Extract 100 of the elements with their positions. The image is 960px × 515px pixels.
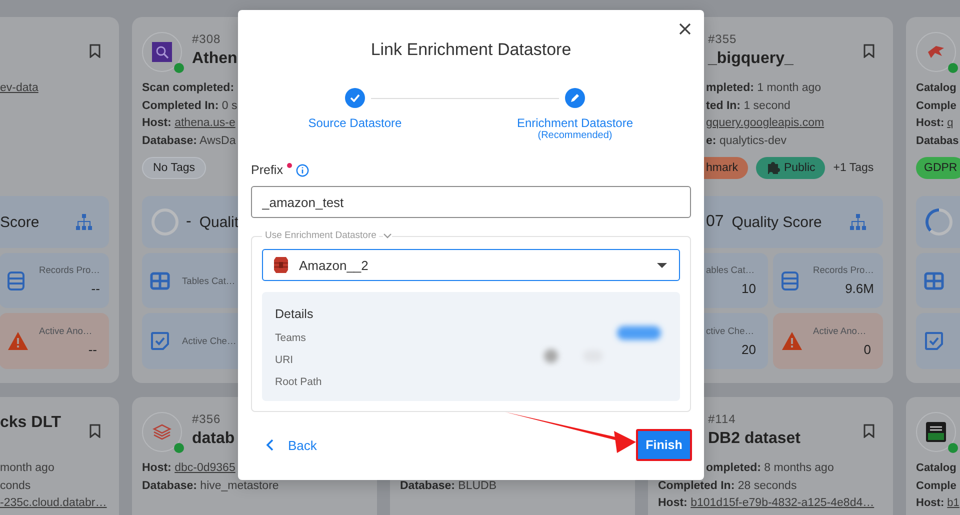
card-detail: Catalog	[916, 461, 956, 476]
card-detail: Comple	[916, 98, 956, 114]
host-link[interactable]: -235c.cloud.databr…	[0, 495, 107, 512]
warning-icon	[7, 331, 29, 351]
stat-value: --	[88, 340, 97, 358]
datastore-title: cks DLT	[0, 413, 62, 433]
status-dot	[174, 443, 184, 453]
table-icon	[924, 272, 944, 290]
bookmark-icon	[89, 44, 101, 58]
datastore-number: #355	[708, 31, 737, 47]
stat-label: ables Cat…	[706, 264, 755, 277]
card-detail: Databas	[916, 134, 959, 148]
magnifier-icon	[152, 42, 172, 62]
status-dot	[948, 63, 958, 73]
datastore-number: #308	[192, 31, 221, 47]
finish-button[interactable]: Finish	[636, 429, 692, 461]
card-detail: Database: hive_metastore	[142, 478, 279, 494]
datastore-number: #356	[192, 411, 221, 427]
stat-value: 9.6M	[845, 280, 874, 298]
layers-icon	[152, 423, 172, 441]
detail-label: Root Path	[275, 376, 322, 388]
datastore-title: DB2 dataset	[708, 429, 800, 449]
host-link[interactable]: ev-data	[0, 80, 38, 98]
card-detail: mpleted: 1 month ago	[706, 81, 822, 96]
close-icon	[678, 22, 692, 36]
bucket-icon	[273, 255, 289, 275]
host-link[interactable]: gquery.googleapis.com	[706, 115, 824, 132]
prefix-field[interactable]: _amazon_test	[251, 186, 691, 218]
card-detail: month ago	[0, 461, 54, 476]
card-detail: Scan completed:	[142, 81, 234, 96]
card-detail: Host: b1	[916, 496, 960, 511]
tag-chip: hmark	[704, 157, 748, 179]
back-button[interactable]: Back	[260, 438, 323, 452]
puzzle-icon	[766, 161, 780, 175]
stat-label: Records Pro…	[813, 264, 874, 277]
dialog-title: Link Enrichment Datastore	[370, 39, 572, 61]
tag-chip: Public	[756, 157, 826, 179]
tag-chip: GDPR	[916, 157, 960, 179]
datastore-select[interactable]: Amazon__2	[262, 249, 680, 281]
tag-chip: No Tags	[142, 157, 206, 179]
chip-icon	[926, 422, 946, 442]
bookmark-icon	[89, 424, 101, 438]
warning-icon	[781, 331, 803, 351]
host-link[interactable]: b1	[947, 497, 960, 509]
caret-icon	[657, 262, 667, 268]
more-tags-link[interactable]: +1 Tags	[833, 162, 874, 174]
card-detail: Host: athena.us-e	[142, 116, 236, 131]
stat-label: Active Che…	[182, 335, 236, 348]
card-detail: Host: dbc-0d9365	[142, 461, 236, 476]
field-label: Prefix	[251, 163, 283, 177]
status-dot	[174, 63, 184, 73]
bookmark-icon	[863, 44, 875, 58]
close-button[interactable]	[678, 22, 692, 36]
bookmark-icon	[863, 424, 875, 438]
detail-label: URI	[275, 354, 294, 366]
stat-value: 10	[742, 280, 756, 298]
card-detail: Completed In: 28 seconds	[658, 478, 797, 494]
details-title: Details	[275, 306, 314, 322]
datastore-title: _bigquery_	[708, 49, 794, 69]
datastore-title: Athen	[192, 49, 238, 69]
step-label: Source Datastore	[308, 116, 402, 130]
host-link[interactable]: b101d15f-e79b-4832-a125-4e8d4…	[690, 497, 874, 509]
score-label: Qualit	[199, 214, 239, 230]
card-detail: Host: b101d15f-e79b-4832-a125-4e8d4…	[658, 496, 874, 511]
card-detail: Completed In: 0 s	[142, 98, 238, 114]
hierarchy-icon	[75, 213, 93, 231]
chevron-left-icon	[266, 439, 274, 451]
card-detail: e: qualytics-dev	[706, 134, 787, 148]
stat-value: 0	[864, 340, 871, 358]
card-detail: ted In: 1 second	[706, 98, 790, 114]
card-detail: Host: q	[916, 116, 954, 131]
info-icon	[296, 164, 309, 176]
stat-label: Records Pro…	[39, 264, 100, 277]
datastore-number: #114	[708, 411, 736, 427]
step-label: Enrichment Datastore	[516, 116, 634, 130]
card-detail: Database: AwsDa	[142, 134, 236, 148]
host-link[interactable]: athena.us-e	[174, 117, 236, 129]
stat-value: 20	[742, 340, 756, 358]
card-detail: conds	[0, 478, 31, 494]
score-label: Quality Score	[732, 214, 822, 230]
stat-label: Tables Cat…	[182, 274, 236, 288]
datastore-title: datab	[192, 429, 235, 449]
rows-icon	[7, 270, 25, 290]
status-dot	[948, 443, 958, 453]
ring-icon	[924, 207, 954, 237]
score-value: 07	[706, 213, 724, 231]
step-sublabel: (Recommended)	[538, 130, 612, 142]
host-link[interactable]: dbc-0d9365	[174, 462, 236, 474]
stat-label: ctive Che…	[706, 324, 754, 338]
hierarchy-icon	[849, 213, 867, 231]
host-link[interactable]: q	[947, 117, 954, 129]
bird-icon	[926, 44, 946, 60]
card-detail: Comple	[916, 478, 956, 494]
card-detail: Catalog	[916, 81, 956, 96]
card-detail: ompleted: 8 months ago	[706, 461, 834, 476]
rows-icon	[781, 270, 799, 290]
score-label: Score	[0, 214, 40, 230]
detail-label: Teams	[275, 332, 306, 344]
ring-icon	[150, 207, 180, 237]
stat-label: Active Ano…	[39, 324, 92, 338]
